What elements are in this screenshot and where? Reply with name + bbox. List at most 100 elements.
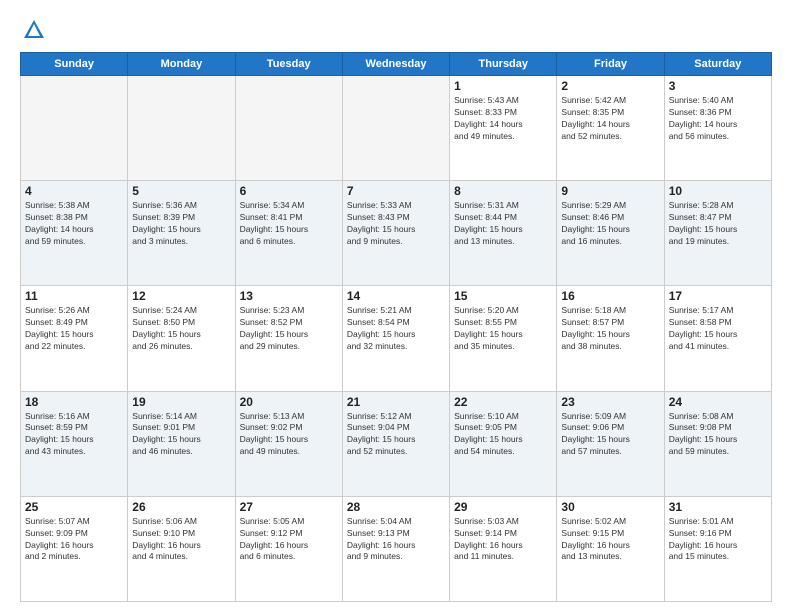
day-number: 14 bbox=[347, 289, 445, 303]
day-info: Sunrise: 5:10 AM Sunset: 9:05 PM Dayligh… bbox=[454, 411, 552, 459]
day-info: Sunrise: 5:43 AM Sunset: 8:33 PM Dayligh… bbox=[454, 95, 552, 143]
day-info: Sunrise: 5:20 AM Sunset: 8:55 PM Dayligh… bbox=[454, 305, 552, 353]
day-info: Sunrise: 5:06 AM Sunset: 9:10 PM Dayligh… bbox=[132, 516, 230, 564]
day-info: Sunrise: 5:05 AM Sunset: 9:12 PM Dayligh… bbox=[240, 516, 338, 564]
page: SundayMondayTuesdayWednesdayThursdayFrid… bbox=[0, 0, 792, 612]
weekday-header-tuesday: Tuesday bbox=[235, 53, 342, 76]
calendar-cell: 8Sunrise: 5:31 AM Sunset: 8:44 PM Daylig… bbox=[450, 181, 557, 286]
day-info: Sunrise: 5:18 AM Sunset: 8:57 PM Dayligh… bbox=[561, 305, 659, 353]
day-info: Sunrise: 5:04 AM Sunset: 9:13 PM Dayligh… bbox=[347, 516, 445, 564]
day-number: 20 bbox=[240, 395, 338, 409]
calendar-cell: 25 Sunrise: 5:07 AM Sunset: 9:09 PM Dayli… bbox=[21, 496, 128, 601]
day-number: 3 bbox=[669, 79, 767, 93]
day-info: Sunrise: 5:14 AM Sunset: 9:01 PM Dayligh… bbox=[132, 411, 230, 459]
day-number: 11 bbox=[25, 289, 123, 303]
weekday-header-friday: Friday bbox=[557, 53, 664, 76]
day-info: Sunrise: 5:26 AM Sunset: 8:49 PM Dayligh… bbox=[25, 305, 123, 353]
calendar-cell: 1 Sunrise: 5:43 AM Sunset: 8:33 PM Daylig… bbox=[450, 76, 557, 181]
calendar-cell: 13 Sunrise: 5:23 AM Sunset: 8:52 PM Dayli… bbox=[235, 286, 342, 391]
day-info: Sunrise: 5:36 AM Sunset: 8:39 PM Dayligh… bbox=[132, 200, 230, 248]
day-number: 10 bbox=[669, 184, 767, 198]
calendar-cell: 2 Sunrise: 5:42 AM Sunset: 8:35 PM Daylig… bbox=[557, 76, 664, 181]
day-info: Sunrise: 5:13 AM Sunset: 9:02 PM Dayligh… bbox=[240, 411, 338, 459]
calendar-cell: 12 Sunrise: 5:24 AM Sunset: 8:50 PM Dayli… bbox=[128, 286, 235, 391]
day-number: 13 bbox=[240, 289, 338, 303]
calendar-cell: 15 Sunrise: 5:20 AM Sunset: 8:55 PM Dayli… bbox=[450, 286, 557, 391]
calendar-cell: 27 Sunrise: 5:05 AM Sunset: 9:12 PM Dayli… bbox=[235, 496, 342, 601]
day-info: Sunrise: 5:24 AM Sunset: 8:50 PM Dayligh… bbox=[132, 305, 230, 353]
logo bbox=[20, 16, 52, 44]
day-number: 23 bbox=[561, 395, 659, 409]
calendar-cell: 11 Sunrise: 5:26 AM Sunset: 8:49 PM Dayli… bbox=[21, 286, 128, 391]
weekday-header-row: SundayMondayTuesdayWednesdayThursdayFrid… bbox=[21, 53, 772, 76]
day-number: 8 bbox=[454, 184, 552, 198]
day-number: 12 bbox=[132, 289, 230, 303]
day-number: 22 bbox=[454, 395, 552, 409]
calendar-cell: 17Sunrise: 5:17 AM Sunset: 8:58 PM Dayli… bbox=[664, 286, 771, 391]
calendar: SundayMondayTuesdayWednesdayThursdayFrid… bbox=[20, 52, 772, 602]
weekday-header-monday: Monday bbox=[128, 53, 235, 76]
weekday-header-saturday: Saturday bbox=[664, 53, 771, 76]
calendar-cell: 26 Sunrise: 5:06 AM Sunset: 9:10 PM Dayli… bbox=[128, 496, 235, 601]
day-info: Sunrise: 5:29 AM Sunset: 8:46 PM Dayligh… bbox=[561, 200, 659, 248]
day-info: Sunrise: 5:21 AM Sunset: 8:54 PM Dayligh… bbox=[347, 305, 445, 353]
day-number: 19 bbox=[132, 395, 230, 409]
logo-icon bbox=[20, 16, 48, 44]
day-number: 18 bbox=[25, 395, 123, 409]
day-info: Sunrise: 5:38 AM Sunset: 8:38 PM Dayligh… bbox=[25, 200, 123, 248]
day-number: 30 bbox=[561, 500, 659, 514]
calendar-cell: 7 Sunrise: 5:33 AM Sunset: 8:43 PM Daylig… bbox=[342, 181, 449, 286]
day-number: 4 bbox=[25, 184, 123, 198]
calendar-cell: 28 Sunrise: 5:04 AM Sunset: 9:13 PM Dayli… bbox=[342, 496, 449, 601]
header bbox=[20, 16, 772, 44]
day-number: 2 bbox=[561, 79, 659, 93]
day-info: Sunrise: 5:42 AM Sunset: 8:35 PM Dayligh… bbox=[561, 95, 659, 143]
day-info: Sunrise: 5:16 AM Sunset: 8:59 PM Dayligh… bbox=[25, 411, 123, 459]
calendar-cell: 23Sunrise: 5:09 AM Sunset: 9:06 PM Dayli… bbox=[557, 391, 664, 496]
calendar-cell: 9Sunrise: 5:29 AM Sunset: 8:46 PM Daylig… bbox=[557, 181, 664, 286]
calendar-cell: 24 Sunrise: 5:08 AM Sunset: 9:08 PM Dayli… bbox=[664, 391, 771, 496]
day-info: Sunrise: 5:33 AM Sunset: 8:43 PM Dayligh… bbox=[347, 200, 445, 248]
calendar-cell: 14 Sunrise: 5:21 AM Sunset: 8:54 PM Dayli… bbox=[342, 286, 449, 391]
calendar-cell bbox=[342, 76, 449, 181]
day-info: Sunrise: 5:07 AM Sunset: 9:09 PM Dayligh… bbox=[25, 516, 123, 564]
calendar-cell: 16 Sunrise: 5:18 AM Sunset: 8:57 PM Dayli… bbox=[557, 286, 664, 391]
day-number: 24 bbox=[669, 395, 767, 409]
calendar-cell: 19 Sunrise: 5:14 AM Sunset: 9:01 PM Dayli… bbox=[128, 391, 235, 496]
day-number: 27 bbox=[240, 500, 338, 514]
day-number: 17 bbox=[669, 289, 767, 303]
day-number: 28 bbox=[347, 500, 445, 514]
calendar-cell: 29Sunrise: 5:03 AM Sunset: 9:14 PM Dayli… bbox=[450, 496, 557, 601]
day-number: 6 bbox=[240, 184, 338, 198]
day-info: Sunrise: 5:02 AM Sunset: 9:15 PM Dayligh… bbox=[561, 516, 659, 564]
calendar-cell: 22 Sunrise: 5:10 AM Sunset: 9:05 PM Dayli… bbox=[450, 391, 557, 496]
calendar-cell: 30 Sunrise: 5:02 AM Sunset: 9:15 PM Dayli… bbox=[557, 496, 664, 601]
day-number: 16 bbox=[561, 289, 659, 303]
day-number: 7 bbox=[347, 184, 445, 198]
calendar-cell: 3 Sunrise: 5:40 AM Sunset: 8:36 PM Daylig… bbox=[664, 76, 771, 181]
day-info: Sunrise: 5:23 AM Sunset: 8:52 PM Dayligh… bbox=[240, 305, 338, 353]
day-info: Sunrise: 5:12 AM Sunset: 9:04 PM Dayligh… bbox=[347, 411, 445, 459]
day-info: Sunrise: 5:01 AM Sunset: 9:16 PM Dayligh… bbox=[669, 516, 767, 564]
calendar-cell: 5Sunrise: 5:36 AM Sunset: 8:39 PM Daylig… bbox=[128, 181, 235, 286]
calendar-cell bbox=[128, 76, 235, 181]
week-row-1: 1 Sunrise: 5:43 AM Sunset: 8:33 PM Daylig… bbox=[21, 76, 772, 181]
calendar-cell bbox=[21, 76, 128, 181]
calendar-cell bbox=[235, 76, 342, 181]
day-number: 21 bbox=[347, 395, 445, 409]
calendar-cell: 21 Sunrise: 5:12 AM Sunset: 9:04 PM Dayli… bbox=[342, 391, 449, 496]
calendar-cell: 6 Sunrise: 5:34 AM Sunset: 8:41 PM Daylig… bbox=[235, 181, 342, 286]
calendar-cell: 31 Sunrise: 5:01 AM Sunset: 9:16 PM Dayli… bbox=[664, 496, 771, 601]
day-info: Sunrise: 5:34 AM Sunset: 8:41 PM Dayligh… bbox=[240, 200, 338, 248]
day-number: 15 bbox=[454, 289, 552, 303]
day-info: Sunrise: 5:40 AM Sunset: 8:36 PM Dayligh… bbox=[669, 95, 767, 143]
day-number: 26 bbox=[132, 500, 230, 514]
weekday-header-thursday: Thursday bbox=[450, 53, 557, 76]
day-number: 1 bbox=[454, 79, 552, 93]
day-info: Sunrise: 5:28 AM Sunset: 8:47 PM Dayligh… bbox=[669, 200, 767, 248]
day-info: Sunrise: 5:08 AM Sunset: 9:08 PM Dayligh… bbox=[669, 411, 767, 459]
day-number: 31 bbox=[669, 500, 767, 514]
week-row-3: 11 Sunrise: 5:26 AM Sunset: 8:49 PM Dayli… bbox=[21, 286, 772, 391]
calendar-cell: 18 Sunrise: 5:16 AM Sunset: 8:59 PM Dayli… bbox=[21, 391, 128, 496]
day-number: 25 bbox=[25, 500, 123, 514]
